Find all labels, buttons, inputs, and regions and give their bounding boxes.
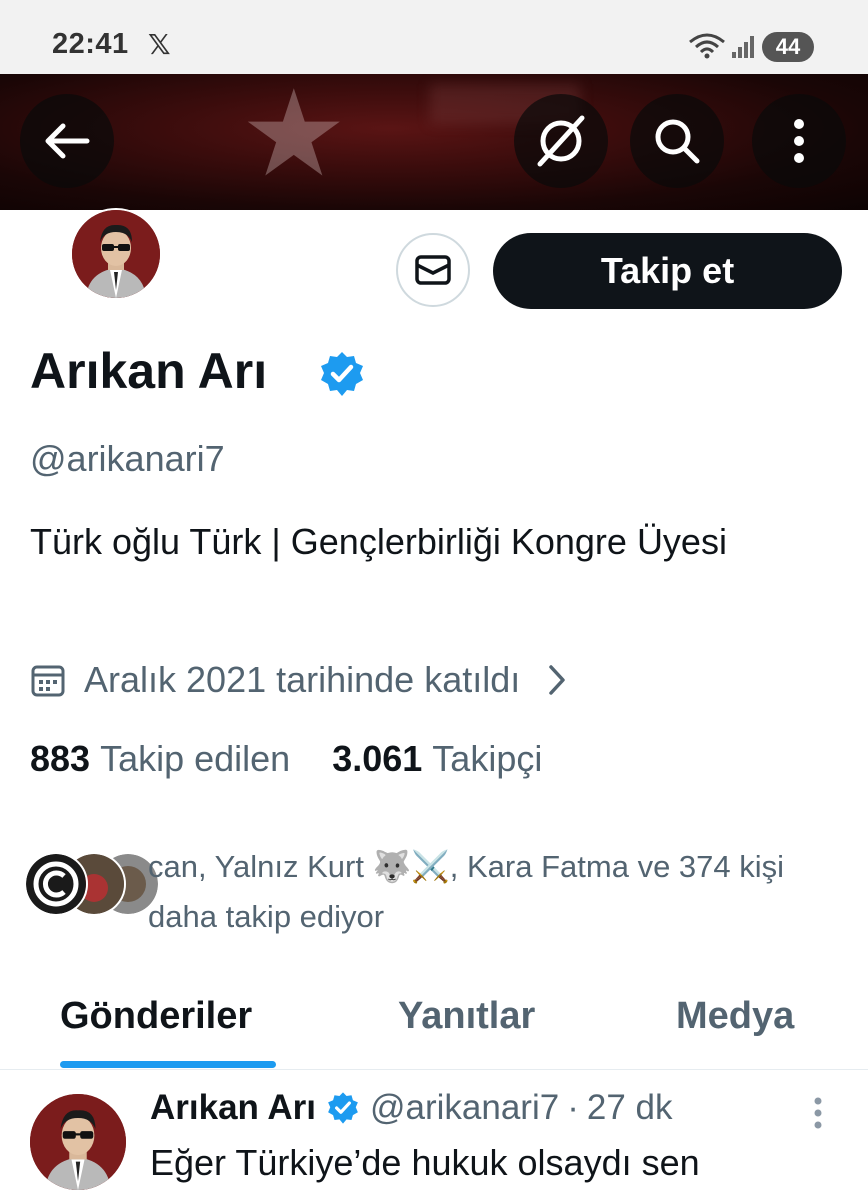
following-count: 883 — [30, 738, 91, 779]
followers-link[interactable]: 3.061 Takipçi — [332, 738, 542, 780]
profile-tabs: Gönderiler Yanıtlar Medya — [0, 985, 868, 1070]
followers-you-know-text[interactable]: can, Yalnız Kurt 🐺⚔️, Kara Fatma ve 374 … — [148, 842, 838, 942]
back-arrow-icon — [45, 123, 90, 159]
avatar-image — [72, 210, 160, 298]
tab-replies[interactable]: Yanıtlar — [398, 995, 535, 1038]
profile-avatar[interactable] — [70, 208, 162, 300]
joined-date-row[interactable]: Aralık 2021 tarihinde katıldı — [30, 655, 566, 705]
joined-date-text: Aralık 2021 tarihinde katıldı — [84, 659, 521, 700]
tweet-author-name[interactable]: Arıkan Arı — [150, 1088, 316, 1128]
battery-icon: 44 — [762, 32, 814, 62]
back-button[interactable] — [20, 94, 114, 188]
tweet-timestamp[interactable]: 27 dk — [587, 1088, 673, 1128]
grok-button[interactable] — [514, 94, 608, 188]
signal-icon — [732, 36, 754, 58]
status-time: 22:41 — [52, 28, 129, 60]
followers-count: 3.061 — [332, 738, 423, 779]
tweet-text: Eğer Türkiye’de hukuk olsaydı sen — [150, 1142, 700, 1183]
verified-badge-icon — [321, 352, 363, 396]
more-options-button[interactable] — [752, 94, 846, 188]
chevron-right-icon — [549, 665, 566, 695]
profile-handle: @arikanari7 — [30, 438, 225, 479]
followers-label: Takipçi — [432, 738, 543, 779]
profile-name: Arıkan Arı — [30, 343, 268, 399]
follow-stats: 883 Takip edilen 3.061 Takipçi — [30, 738, 542, 780]
status-bar: 22:41 𝕏 44 — [0, 0, 868, 74]
wifi-icon — [689, 33, 725, 59]
tab-posts[interactable]: Gönderiler — [60, 995, 252, 1038]
grok-icon — [537, 115, 585, 167]
banner-star-icon: ★ — [240, 74, 348, 201]
more-vertical-icon — [794, 119, 804, 163]
calendar-icon — [31, 665, 65, 697]
active-tab-indicator — [60, 1061, 276, 1068]
tweet-author-handle[interactable]: @arikanari7 — [370, 1088, 559, 1128]
verified-badge-icon — [328, 1092, 358, 1124]
following-link[interactable]: 883 Takip edilen — [30, 738, 290, 780]
tweet-header: Arıkan Arı @arikanari7 · 27 dk — [150, 1088, 672, 1128]
message-button[interactable] — [396, 233, 470, 307]
profile-banner: ★ — [0, 74, 868, 210]
profile-bio: Türk oğlu Türk | Gençlerbirliği Kongre Ü… — [30, 521, 727, 562]
search-button[interactable] — [630, 94, 724, 188]
tweet-more-icon[interactable] — [812, 1096, 824, 1130]
tweet-avatar[interactable] — [30, 1094, 126, 1190]
avatar-image — [30, 1094, 126, 1190]
mail-icon — [415, 255, 451, 285]
x-logo-icon: 𝕏 — [148, 29, 171, 60]
tab-media[interactable]: Medya — [676, 995, 794, 1038]
tweet-separator: · — [567, 1088, 579, 1127]
search-icon — [655, 119, 700, 164]
following-label: Takip edilen — [100, 738, 291, 779]
follower-avatar-1 — [24, 852, 88, 916]
follow-button[interactable]: Takip et — [493, 233, 842, 309]
